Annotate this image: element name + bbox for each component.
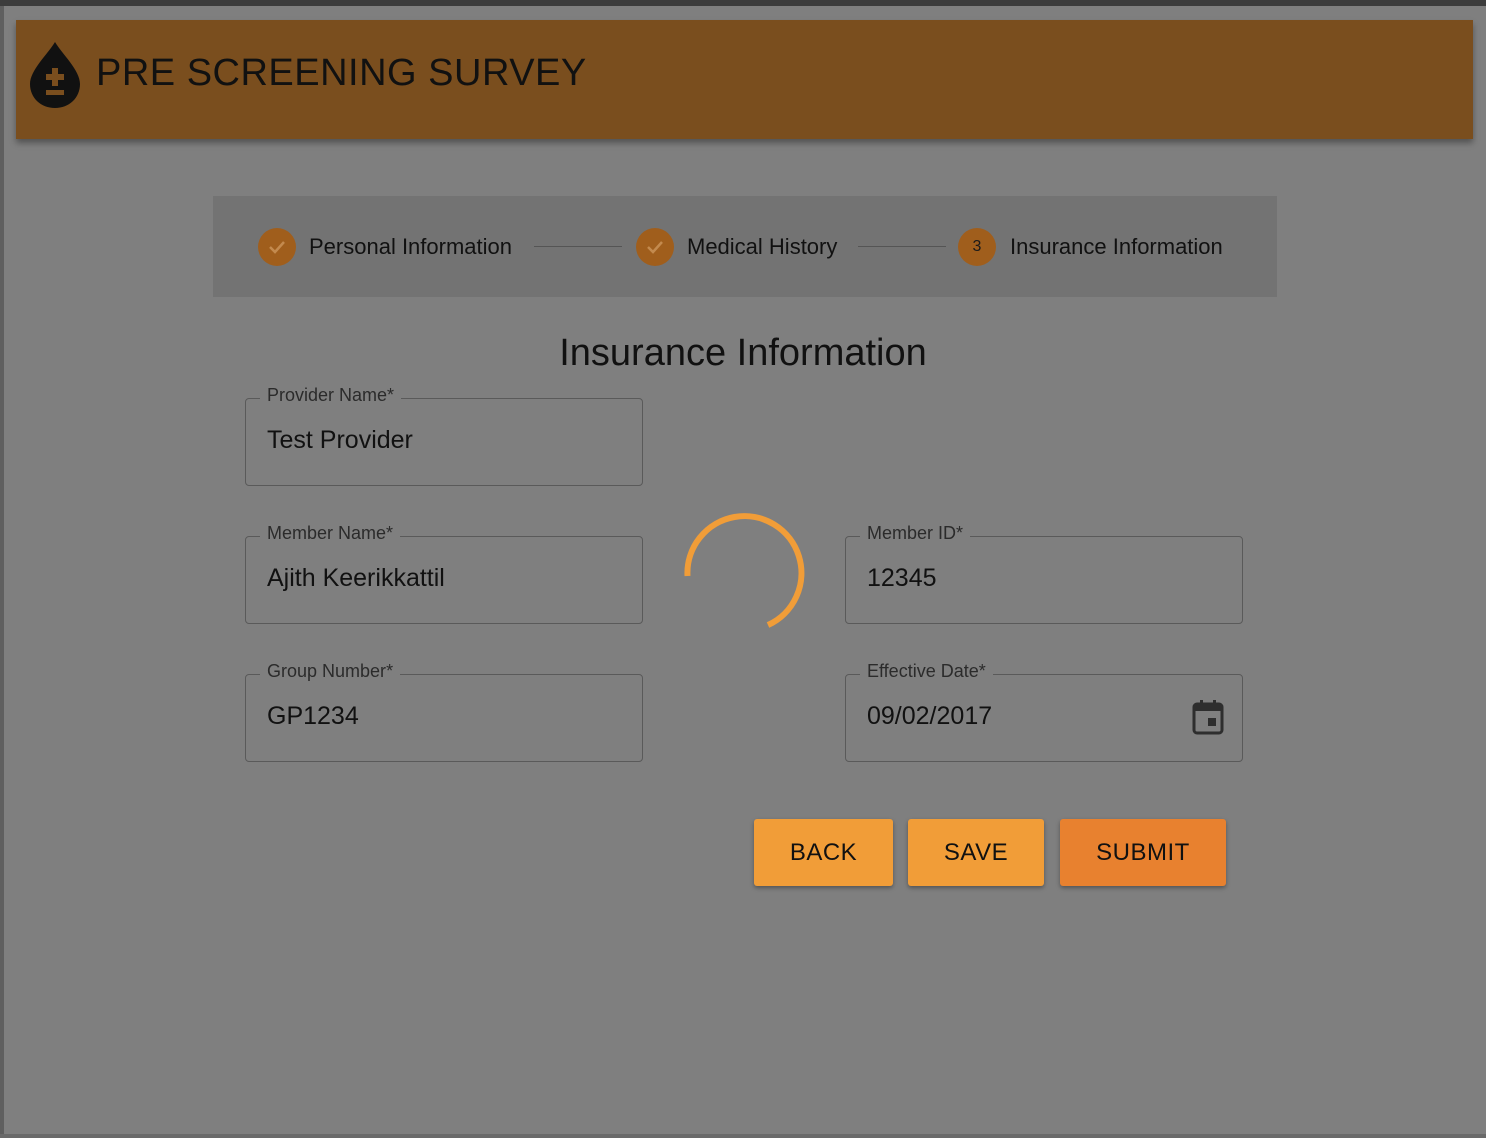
step-medical-history-check-icon	[636, 228, 674, 266]
app-title: PRE SCREENING SURVEY	[96, 52, 587, 94]
step-connector	[858, 246, 946, 247]
member-id-input[interactable]: 12345	[867, 564, 937, 593]
step-connector	[534, 246, 622, 247]
step-insurance-information[interactable]: Insurance Information	[1010, 234, 1223, 260]
member-id-field[interactable]: Member ID* 12345	[845, 523, 1243, 624]
member-name-label: Member Name*	[260, 523, 401, 544]
group-number-field[interactable]: Group Number* GP1234	[245, 661, 643, 762]
back-button[interactable]: BACK	[754, 819, 893, 886]
window-left-edge	[0, 6, 4, 1138]
save-button[interactable]: SAVE	[908, 819, 1044, 886]
blood-drop-plus-minus-icon	[30, 42, 80, 108]
effective-date-input[interactable]: 09/02/2017	[867, 702, 992, 731]
provider-name-label: Provider Name*	[260, 385, 402, 406]
loading-spinner	[684, 513, 805, 628]
member-id-label: Member ID*	[860, 523, 971, 544]
step-number-badge: 3	[958, 228, 996, 266]
form-title: Insurance Information	[559, 332, 927, 374]
member-name-input[interactable]: Ajith Keerikkattil	[267, 564, 445, 593]
effective-date-field[interactable]: Effective Date* 09/02/2017	[845, 661, 1243, 762]
member-name-field[interactable]: Member Name* Ajith Keerikkattil	[245, 523, 643, 624]
window-top-bar	[0, 0, 1486, 6]
stepper: Personal Information Medical History 3 I…	[213, 196, 1277, 297]
step-medical-history[interactable]: Medical History	[687, 234, 837, 260]
window-bottom-edge	[0, 1134, 1486, 1138]
calendar-icon[interactable]	[1192, 699, 1224, 735]
provider-name-field[interactable]: Provider Name* Test Provider	[245, 385, 643, 486]
group-number-label: Group Number*	[260, 661, 401, 682]
step-personal-information-check-icon	[258, 228, 296, 266]
group-number-input[interactable]: GP1234	[267, 702, 359, 731]
step-personal-information[interactable]: Personal Information	[309, 234, 512, 260]
provider-name-input[interactable]: Test Provider	[267, 426, 413, 455]
submit-button[interactable]: SUBMIT	[1060, 819, 1226, 886]
effective-date-label: Effective Date*	[860, 661, 993, 682]
